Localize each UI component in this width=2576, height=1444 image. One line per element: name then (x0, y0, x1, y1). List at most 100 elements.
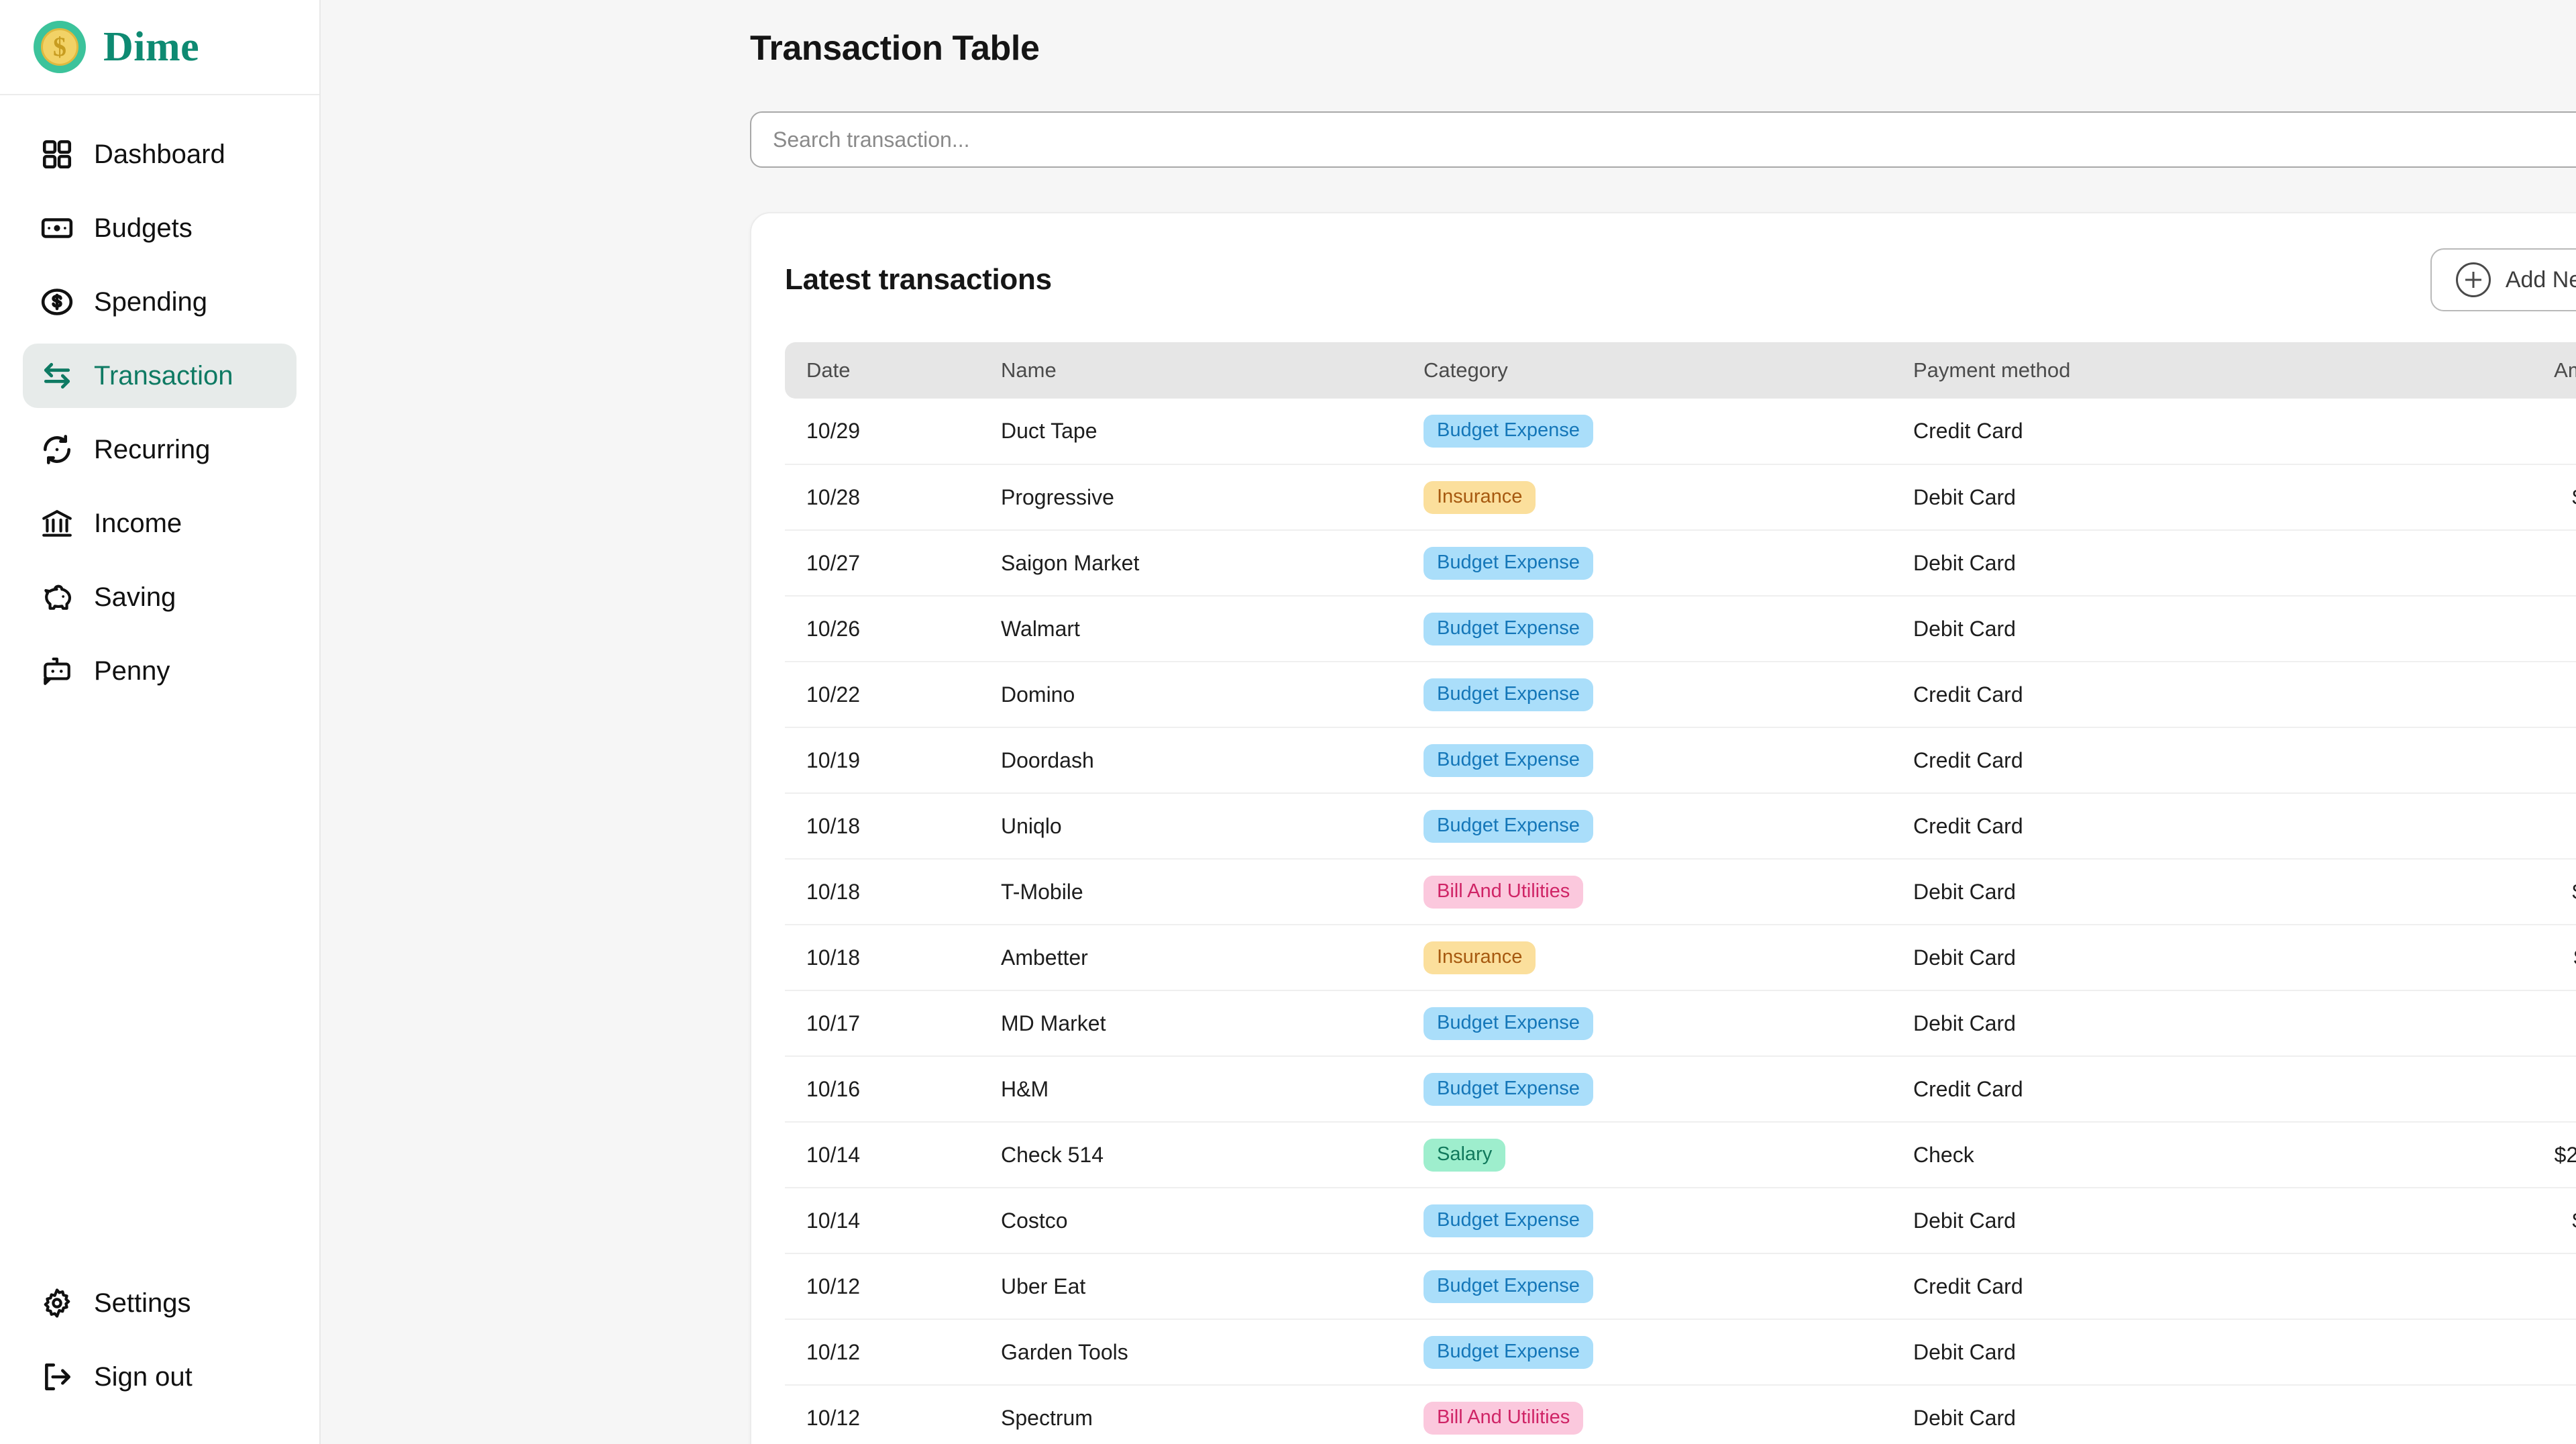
category-badge: Budget Expense (1424, 1007, 1593, 1040)
logout-icon (40, 1360, 74, 1394)
sidebar-item-saving[interactable]: Saving (23, 565, 297, 629)
table-row[interactable]: 10/14Check 514 Salary Check$2,500.00 (785, 1122, 2576, 1188)
cell-name: Walmart (979, 596, 1402, 662)
cell-category: Insurance (1402, 925, 1892, 991)
cell-date: 10/27 (785, 530, 979, 597)
table-row[interactable]: 10/26Walmart Budget Expense Debit Card$58.… (785, 596, 2576, 662)
category-badge: Salary (1424, 1138, 1506, 1172)
cell-date: 10/14 (785, 1122, 979, 1188)
cell-date: 10/12 (785, 1319, 979, 1386)
cell-date: 10/12 (785, 1253, 979, 1320)
plus-circle-icon (2455, 262, 2491, 297)
transactions-table: Date Name Category Payment method Amount… (785, 342, 2576, 1444)
cell-category: Budget Expense (1402, 399, 1892, 465)
sidebar-item-recurring[interactable]: Recurring (23, 417, 297, 482)
cell-amount: $2,500.00 (2388, 1122, 2576, 1188)
transfer-icon (40, 359, 74, 393)
cell-payment-method: Debit Card (1892, 990, 2388, 1057)
cell-date: 10/29 (785, 399, 979, 465)
table-row[interactable]: 10/22Domino Budget Expense Credit Card$24.… (785, 662, 2576, 728)
sidebar-item-label: Dashboard (94, 139, 225, 169)
cell-date: 10/18 (785, 793, 979, 860)
table-row[interactable]: 10/14Costco Budget Expense Debit Card$164.… (785, 1188, 2576, 1254)
column-header-amount[interactable]: Amount ↑↓ (2388, 342, 2576, 399)
cell-name: Domino (979, 662, 1402, 728)
piggy-bank-icon (40, 580, 74, 614)
coin-dollar-symbol: $ (41, 28, 78, 66)
column-header-category[interactable]: Category (1402, 342, 1892, 399)
sidebar-item-penny[interactable]: Penny (23, 639, 297, 703)
cell-payment-method: Debit Card (1892, 464, 2388, 531)
table-row[interactable]: 10/18Uniqlo Budget Expense Credit Card$28.… (785, 793, 2576, 860)
cell-date: 10/18 (785, 925, 979, 991)
cell-category: Budget Expense (1402, 1253, 1892, 1320)
column-header-name[interactable]: Name (979, 342, 1402, 399)
table-row[interactable]: 10/12 Spectrum Bill And Utilities Debit Car… (785, 1385, 2576, 1444)
cell-date: 10/16 (785, 1056, 979, 1123)
add-new-transaction-button[interactable]: Add New Transaction (2430, 248, 2576, 311)
transactions-table-head: Date Name Category Payment method Amount… (785, 342, 2576, 399)
cell-payment-method: Credit Card (1892, 662, 2388, 728)
category-badge: Budget Expense (1424, 1270, 1593, 1303)
table-row[interactable]: 10/18 T-Mobile Bill And Utilities Debit Car… (785, 859, 2576, 925)
table-row[interactable]: 10/12 Garden Tools Budget Expense Debit Car… (785, 1319, 2576, 1386)
table-row[interactable]: 10/17MD Market Budget Expense Debit Card$6… (785, 990, 2576, 1057)
cell-name: Ambetter (979, 925, 1402, 991)
dime-coin-icon: $ (34, 21, 86, 73)
cell-name: T-Mobile (979, 859, 1402, 925)
sidebar-item-label: Spending (94, 287, 208, 317)
cell-category: Budget Expense (1402, 990, 1892, 1057)
grid-icon (40, 138, 74, 171)
sidebar: $ Dime Dashboard Budgets Spending Transa… (0, 0, 321, 1444)
table-row[interactable]: 10/19Doordash Budget Expense Credit Card$2… (785, 727, 2576, 794)
cell-category: Budget Expense (1402, 727, 1892, 794)
table-row[interactable]: 10/16H&M Budget Expense Credit Card$56.74 (785, 1056, 2576, 1123)
cell-payment-method: Credit Card (1892, 1056, 2388, 1123)
table-row[interactable]: 10/18Ambetter Insurance Debit Card$115.00 (785, 925, 2576, 991)
column-header-date[interactable]: Date (785, 342, 979, 399)
transactions-card: Latest transactions Add New Transaction … (750, 212, 2576, 1444)
sidebar-item-label: Settings (94, 1288, 191, 1318)
app-root: $ Dime Dashboard Budgets Spending Transa… (0, 0, 2576, 1444)
table-row[interactable]: 10/12Uber Eat Budget Expense Credit Card$2… (785, 1253, 2576, 1320)
search-input[interactable] (750, 111, 2576, 168)
category-badge: Bill And Utilities (1424, 875, 1584, 909)
cell-payment-method: Credit Card (1892, 399, 2388, 465)
cell-amount: $115.00 (2388, 925, 2576, 991)
cell-amount: $24.86 (2388, 1253, 2576, 1320)
cell-category: Bill And Utilities (1402, 1385, 1892, 1444)
table-row[interactable]: 10/27 Saigon Market Budget Expense Debit Ca… (785, 530, 2576, 597)
cell-name: Saigon Market (979, 530, 1402, 597)
category-badge: Budget Expense (1424, 1204, 1593, 1237)
dollar-coin-icon (40, 285, 74, 319)
cell-payment-method: Debit Card (1892, 1319, 2388, 1386)
brand-logo[interactable]: $ Dime (0, 0, 319, 95)
cell-date: 10/28 (785, 464, 979, 531)
cell-category: Budget Expense (1402, 596, 1892, 662)
add-new-transaction-label: Add New Transaction (2505, 266, 2576, 293)
sidebar-item-spending[interactable]: Spending (23, 270, 297, 334)
cell-amount: $12.47 (2388, 399, 2576, 465)
cell-category: Budget Expense (1402, 1319, 1892, 1386)
cell-amount: $164.57 (2388, 1188, 2576, 1254)
transactions-card-title: Latest transactions (785, 263, 1052, 296)
column-header-payment-method[interactable]: Payment method (1892, 342, 2388, 399)
column-header-amount-label: Amount (2554, 358, 2576, 382)
cell-category: Salary (1402, 1122, 1892, 1188)
bank-icon (40, 507, 74, 540)
sidebar-item-settings[interactable]: Settings (23, 1271, 297, 1335)
cell-category: Budget Expense (1402, 793, 1892, 860)
sidebar-item-label: Saving (94, 582, 176, 612)
cell-name: H&M (979, 1056, 1402, 1123)
table-row[interactable]: 10/29Duct Tape Budget Expense Credit Card$… (785, 399, 2576, 465)
sidebar-item-income[interactable]: Income (23, 491, 297, 556)
sidebar-item-transaction[interactable]: Transaction (23, 344, 297, 408)
sidebar-item-budgets[interactable]: Budgets (23, 196, 297, 260)
table-row[interactable]: 10/28Progressive Insurance Debit Card$489.… (785, 464, 2576, 531)
sidebar-item-dashboard[interactable]: Dashboard (23, 122, 297, 187)
category-badge: Budget Expense (1424, 546, 1593, 580)
category-badge: Budget Expense (1424, 678, 1593, 711)
sidebar-item-sign-out[interactable]: Sign out (23, 1345, 297, 1409)
sidebar-item-label: Penny (94, 656, 170, 686)
cell-amount: $29.42 (2388, 727, 2576, 794)
